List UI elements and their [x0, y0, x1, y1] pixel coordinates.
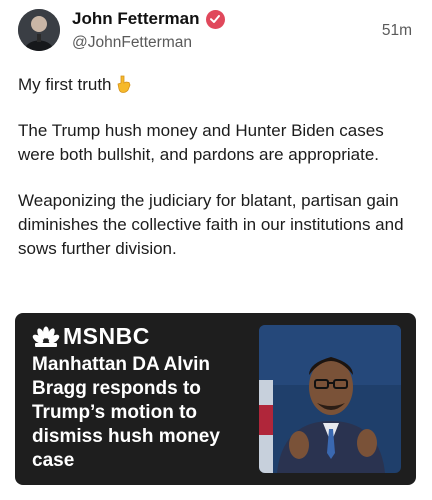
source-name: MSNBC: [63, 323, 150, 349]
news-photo-icon: [259, 325, 401, 473]
verified-badge-icon: [205, 9, 225, 29]
author-name[interactable]: John Fetterman: [72, 9, 200, 29]
link-headline[interactable]: Manhattan DA Alvin Bragg responds to Tru…: [32, 353, 257, 473]
post-paragraph-3: Weaponizing the judiciary for blatant, p…: [18, 191, 404, 258]
avatar[interactable]: [18, 9, 60, 51]
source-logo: MSNBC: [32, 323, 150, 350]
pointing-down-emoji-icon: [116, 75, 132, 93]
author-name-row: John Fetterman: [72, 9, 225, 29]
peacock-icon: [32, 326, 60, 347]
link-preview-card[interactable]: MSNBC Manhattan DA Alvin Bragg responds …: [15, 313, 416, 485]
post-paragraph-2: The Trump hush money and Hunter Biden ca…: [18, 121, 384, 164]
profile-photo-icon: [18, 9, 60, 51]
post-line-1-text: My first truth: [18, 75, 112, 94]
link-thumbnail: [259, 325, 401, 473]
post-body: My first truth The Trump hush money and …: [18, 73, 418, 261]
post-timestamp[interactable]: 51m: [382, 22, 412, 40]
post-header: John Fetterman @JohnFetterman 51m: [14, 9, 418, 55]
post-line-1: My first truth: [18, 73, 418, 97]
author-handle[interactable]: @JohnFetterman: [72, 34, 192, 52]
